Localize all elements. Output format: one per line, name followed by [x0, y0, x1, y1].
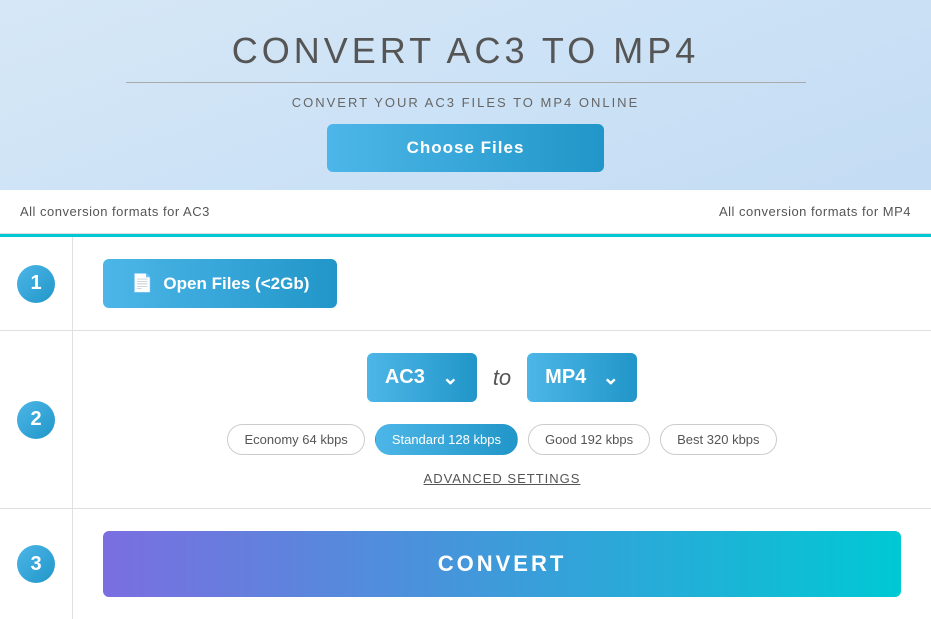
header-subtitle: CONVERT YOUR AC3 FILES TO MP4 ONLINE [20, 95, 911, 110]
top-upload-wrap: Choose Files [20, 124, 911, 172]
step-3-number: 3 [0, 509, 72, 619]
page-title: CONVERT AC3 TO MP4 [20, 30, 911, 72]
nav-link-mp4[interactable]: All conversion formats for MP4 [719, 204, 911, 219]
quality-best[interactable]: Best 320 kbps [660, 424, 776, 455]
step-2-content: AC3 ⌄ to MP4 ⌄ Economy 64 kbps Standard … [72, 331, 931, 508]
step-1-number: 1 [0, 237, 72, 330]
quality-good[interactable]: Good 192 kbps [528, 424, 650, 455]
to-format-label: MP4 [545, 366, 586, 389]
open-files-label: Open Files (<2Gb) [163, 274, 309, 294]
step-2-number: 2 [0, 331, 72, 508]
step-1-content: 📄 Open Files (<2Gb) [72, 237, 931, 330]
header: CONVERT AC3 TO MP4 CONVERT YOUR AC3 FILE… [0, 0, 931, 190]
convert-button[interactable]: CONVERT [103, 531, 901, 597]
step-3-row: 3 CONVERT [0, 509, 931, 619]
from-format-label: AC3 [385, 366, 425, 389]
step-2-row: 2 AC3 ⌄ to MP4 ⌄ Economy 64 kbps Standar… [0, 331, 931, 509]
from-format-chevron: ⌄ [442, 365, 459, 390]
step-1-row: 1 📄 Open Files (<2Gb) [0, 237, 931, 331]
quality-standard[interactable]: Standard 128 kbps [375, 424, 518, 455]
open-files-button[interactable]: 📄 Open Files (<2Gb) [103, 259, 337, 308]
quality-row: Economy 64 kbps Standard 128 kbps Good 1… [103, 424, 901, 455]
step-2-circle: 2 [17, 401, 55, 439]
to-format-select[interactable]: MP4 ⌄ [527, 353, 637, 402]
step-3-circle: 3 [17, 545, 55, 583]
to-label: to [493, 365, 511, 391]
to-format-chevron: ⌄ [602, 365, 619, 390]
step-1-circle: 1 [17, 265, 55, 303]
from-format-select[interactable]: AC3 ⌄ [367, 353, 477, 402]
header-divider [126, 82, 806, 83]
nav-bar: All conversion formats for AC3 All conve… [0, 190, 931, 234]
file-icon: 📄 [131, 273, 153, 294]
main-content: 1 📄 Open Files (<2Gb) 2 AC3 ⌄ to MP4 ⌄ [0, 234, 931, 619]
top-upload-button[interactable]: Choose Files [327, 124, 605, 172]
format-row: AC3 ⌄ to MP4 ⌄ [103, 353, 901, 402]
nav-link-ac3[interactable]: All conversion formats for AC3 [20, 204, 210, 219]
step-3-content: CONVERT [72, 509, 931, 619]
quality-economy[interactable]: Economy 64 kbps [227, 424, 364, 455]
advanced-settings-link[interactable]: ADVANCED SETTINGS [103, 471, 901, 486]
